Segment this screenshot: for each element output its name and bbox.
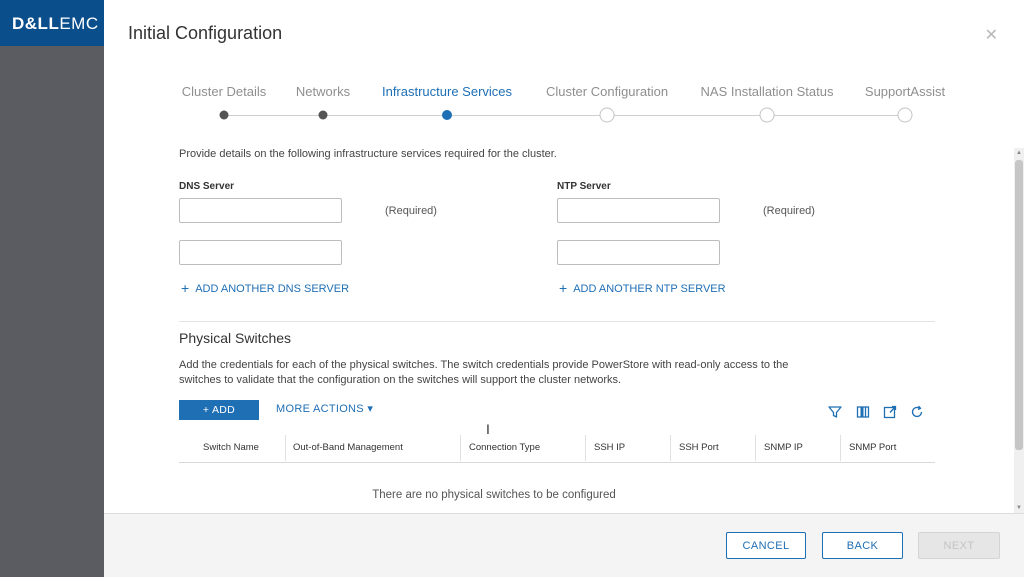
dell-emc-logo: D&LLEMC — [12, 14, 99, 33]
export-icon[interactable] — [882, 404, 898, 420]
add-dns-server-link[interactable]: + ADD ANOTHER DNS SERVER — [181, 280, 349, 296]
column-separator — [840, 435, 841, 461]
more-actions-dropdown[interactable]: MORE ACTIONS ▾ — [276, 402, 373, 415]
dialog-scrollbar[interactable]: ▲ ▼ — [1014, 148, 1024, 513]
dns-server-label: DNS Server — [179, 181, 235, 192]
dns-required-note: (Required) — [385, 205, 437, 217]
step-dot-pending — [759, 107, 775, 123]
wizard-stepper: Cluster Details Networks Infrastructure … — [104, 84, 1024, 124]
scroll-up-arrow-icon[interactable]: ▲ — [1016, 150, 1022, 156]
step-networks: Networks — [295, 84, 351, 99]
caret-down-icon: ▾ — [367, 403, 374, 415]
step-cluster-details: Cluster Details — [181, 84, 267, 99]
refresh-icon[interactable] — [909, 404, 925, 420]
add-switch-button[interactable]: + ADD — [179, 400, 259, 420]
step-infrastructure-services: Infrastructure Services — [381, 84, 513, 99]
back-button[interactable]: BACK — [822, 532, 903, 559]
columns-icon[interactable] — [855, 404, 871, 420]
add-ntp-server-link[interactable]: + ADD ANOTHER NTP SERVER — [559, 280, 726, 296]
step-dot-done — [318, 110, 328, 120]
dialog-title: Initial Configuration — [128, 23, 283, 43]
column-separator — [755, 435, 756, 461]
close-icon[interactable]: ✕ — [985, 25, 998, 45]
step-nas-installation-status: NAS Installation Status — [700, 84, 834, 99]
column-out-of-band-management[interactable]: Out-of-Band Management — [293, 433, 403, 463]
step-dot-pending — [897, 107, 913, 123]
section-divider — [179, 321, 935, 322]
column-separator — [285, 435, 286, 461]
next-button[interactable]: NEXT — [918, 532, 1000, 559]
physical-switches-title: Physical Switches — [179, 330, 292, 346]
empty-table-message: There are no physical switches to be con… — [372, 489, 616, 501]
column-ssh-ip[interactable]: SSH IP — [594, 433, 625, 463]
plus-icon: + — [559, 280, 568, 296]
column-separator — [460, 435, 461, 461]
switches-table-header: Switch Name Out-of-Band Management Conne… — [179, 433, 935, 463]
column-connection-type[interactable]: Connection Type — [469, 433, 540, 463]
column-snmp-port[interactable]: SNMP Port — [849, 433, 896, 463]
step-cluster-configuration: Cluster Configuration — [545, 84, 669, 99]
dns-server-input-2[interactable] — [179, 240, 342, 265]
step-dot-pending — [599, 107, 615, 123]
initial-configuration-dialog: Initial Configuration ✕ Cluster Details … — [104, 0, 1024, 577]
plus-icon: + — [181, 280, 190, 296]
column-snmp-ip[interactable]: SNMP IP — [764, 433, 803, 463]
physical-switches-description: Add the credentials for each of the phys… — [179, 359, 789, 386]
infrastructure-description: Provide details on the following infrast… — [179, 148, 557, 160]
cancel-button[interactable]: CANCEL — [726, 532, 806, 559]
column-separator — [585, 435, 586, 461]
step-dot-active — [442, 110, 452, 120]
dns-server-input-1[interactable] — [179, 198, 342, 223]
column-separator — [670, 435, 671, 461]
scroll-down-arrow-icon[interactable]: ▼ — [1016, 505, 1022, 511]
step-dot-done — [219, 110, 229, 120]
scrollbar-thumb[interactable] — [1015, 160, 1023, 450]
plus-icon: + — [202, 404, 212, 416]
ntp-server-input-2[interactable] — [557, 240, 720, 265]
column-switch-name[interactable]: Switch Name — [203, 433, 259, 463]
filter-icon[interactable] — [827, 404, 843, 420]
app-sidebar-overlay — [0, 46, 104, 577]
dialog-footer: CANCEL BACK NEXT — [104, 513, 1024, 577]
step-supportassist: SupportAssist — [864, 84, 946, 99]
column-ssh-port[interactable]: SSH Port — [679, 433, 719, 463]
ntp-server-label: NTP Server — [557, 181, 611, 192]
ntp-server-input-1[interactable] — [557, 198, 720, 223]
ntp-required-note: (Required) — [763, 205, 815, 217]
